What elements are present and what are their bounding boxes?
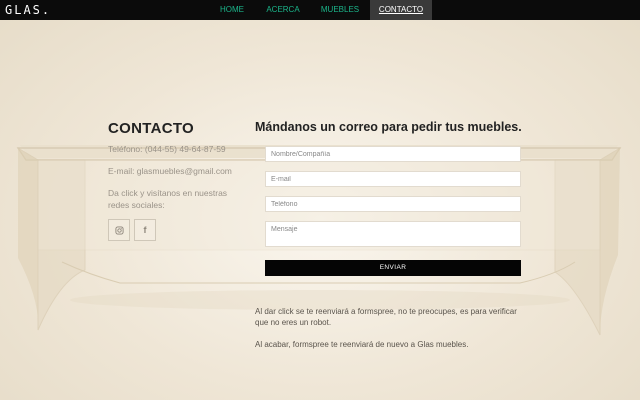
formspree-note: Al dar click se te reenviará a formspree…: [255, 306, 517, 328]
name-field[interactable]: [265, 146, 521, 162]
email-text: E-mail: glasmuebles@gmail.com: [108, 166, 232, 176]
contact-form-panel: Mándanos un correo para pedir tus mueble…: [255, 120, 525, 350]
nav-item-home[interactable]: HOME: [208, 0, 256, 20]
return-note: Al acabar, formspree te reenviará de nue…: [255, 339, 469, 349]
phone-field[interactable]: [265, 196, 521, 212]
send-button[interactable]: ENVIAR: [265, 259, 521, 276]
social-links: f: [108, 219, 248, 241]
contact-title: CONTACTO: [108, 120, 195, 137]
brand-logo[interactable]: GLAS.: [5, 2, 51, 18]
nav-item-muebles[interactable]: MUEBLES: [310, 0, 370, 20]
facebook-icon: f: [143, 225, 147, 235]
form-title: Mándanos un correo para pedir tus mueble…: [255, 120, 522, 134]
social-text: Da click y visítanos en nuestras redes s…: [108, 188, 228, 210]
email-field[interactable]: [265, 171, 521, 187]
nav-item-acerca[interactable]: ACERCA: [256, 0, 310, 20]
instagram-button[interactable]: [108, 219, 130, 241]
top-navigation-bar: GLAS. HOME ACERCA MUEBLES CONTACTO: [0, 0, 640, 20]
nav-item-contacto[interactable]: CONTACTO: [370, 0, 432, 20]
contact-info-panel: CONTACTO Teléfono: (044-55) 49-64-87-59 …: [108, 120, 248, 241]
main-nav: HOME ACERCA MUEBLES CONTACTO: [208, 0, 432, 20]
message-field[interactable]: [265, 221, 521, 247]
instagram-icon: [114, 225, 124, 235]
facebook-button[interactable]: f: [134, 219, 156, 241]
phone-text: Teléfono: (044-55) 49-64-87-59: [108, 144, 226, 154]
